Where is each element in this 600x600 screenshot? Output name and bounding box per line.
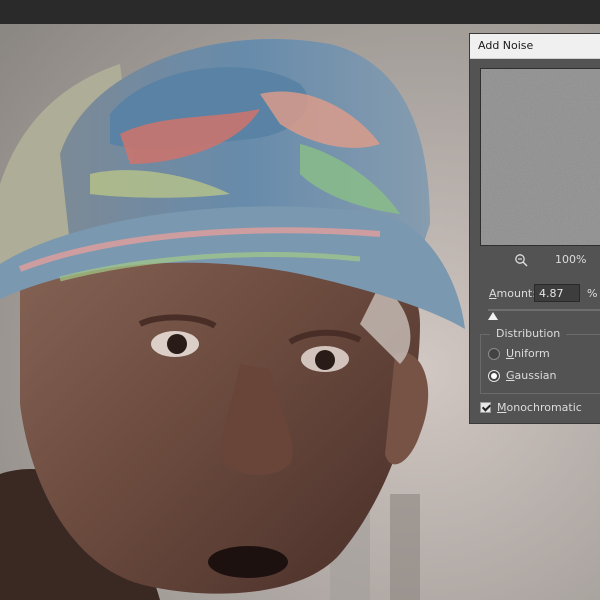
amount-row: Amount: % xyxy=(470,284,600,304)
distribution-legend: Distribution xyxy=(490,327,567,340)
zoom-out-icon[interactable] xyxy=(514,253,528,267)
zoom-value: 100% xyxy=(555,253,587,266)
radio-label: Uniform xyxy=(506,347,550,360)
monochromatic-checkbox[interactable] xyxy=(480,402,491,413)
amount-slider-thumb[interactable] xyxy=(488,312,499,320)
radio-indicator[interactable] xyxy=(488,370,500,382)
radio-indicator[interactable] xyxy=(488,348,500,360)
app-top-bar xyxy=(0,0,600,25)
distribution-group xyxy=(480,334,600,394)
amount-label: Amount: xyxy=(489,287,536,300)
noise-preview-image xyxy=(481,69,600,245)
monochromatic-label: Monochromatic xyxy=(497,401,582,414)
amount-input[interactable] xyxy=(534,284,580,302)
dialog-title: Add Noise xyxy=(470,34,600,59)
amount-slider-track[interactable] xyxy=(488,309,600,311)
zoom-row: 100% xyxy=(470,252,600,268)
noise-preview[interactable] xyxy=(480,68,600,246)
radio-label: Gaussian xyxy=(506,369,557,382)
add-noise-dialog: Add Noise 100% Amount: % Distribution xyxy=(469,33,600,424)
amount-unit: % xyxy=(587,287,598,300)
